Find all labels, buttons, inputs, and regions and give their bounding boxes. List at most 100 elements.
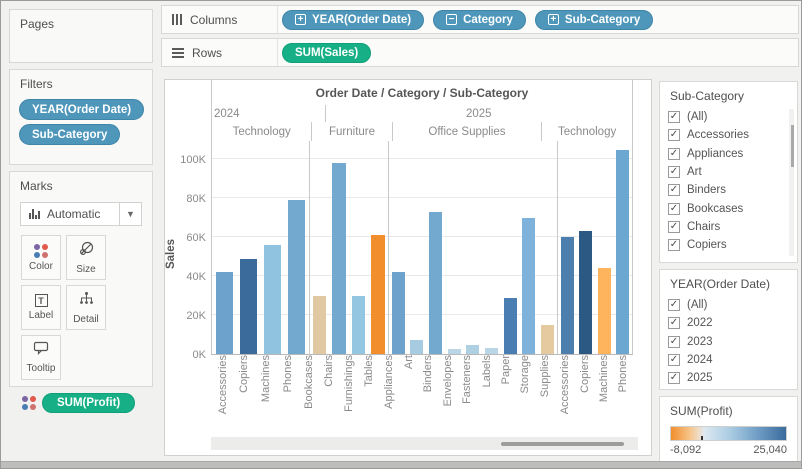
- bar-2025-supplies[interactable]: [541, 325, 554, 354]
- marks-buttons: Color Size T Label: [10, 226, 150, 380]
- x-label-slot: Machines: [594, 355, 613, 433]
- bar-2025-tables[interactable]: [371, 235, 385, 354]
- expand-icon[interactable]: +: [295, 14, 306, 25]
- chart-view[interactable]: Order Date / Category / Sub-Category 202…: [164, 79, 652, 456]
- bar-slot: [329, 141, 349, 354]
- x-label-accessories: Accessories: [559, 355, 571, 414]
- horizontal-scrollbar[interactable]: [211, 437, 638, 450]
- filter-item-2024[interactable]: ✓2024: [668, 351, 797, 369]
- pill-sub-category[interactable]: +Sub-Category: [535, 10, 653, 30]
- filter-item-binders[interactable]: ✓Binders: [668, 181, 797, 199]
- bar-2025-storage[interactable]: [522, 218, 535, 354]
- pill-sum-sales[interactable]: SUM(Sales): [282, 43, 371, 63]
- checkbox-chairs[interactable]: ✓: [668, 221, 680, 233]
- checkbox-binders[interactable]: ✓: [668, 184, 680, 196]
- filter-item-2023[interactable]: ✓2023: [668, 333, 797, 351]
- filter-item-label: Art: [687, 166, 702, 178]
- checkbox-2025[interactable]: ✓: [668, 372, 680, 384]
- filter-item-chairs[interactable]: ✓Chairs: [668, 218, 797, 236]
- filter-item-2022[interactable]: ✓2022: [668, 314, 797, 332]
- filter-item-art[interactable]: ✓ Art: [668, 163, 797, 181]
- columns-pill-list: +YEAR(Order Date) −Category +Sub-Category: [278, 10, 653, 30]
- rows-shelf[interactable]: Rows SUM(Sales): [161, 38, 799, 67]
- checkbox-bookcases[interactable]: ✓: [668, 203, 680, 215]
- bar-2024-copiers[interactable]: [240, 259, 257, 354]
- bar-2025-furnishings[interactable]: [352, 296, 366, 354]
- mark-type-dropdown[interactable]: Automatic ▼: [20, 202, 142, 226]
- bar-2024-phones[interactable]: [288, 200, 305, 354]
- bar-2025-phones[interactable]: [616, 150, 629, 354]
- horizontal-scrollbar-thumb[interactable]: [501, 442, 624, 446]
- profit-color-legend: SUM(Profit) -8,092 25,040: [659, 396, 798, 462]
- bar-2025-appliances[interactable]: [392, 272, 405, 354]
- filter-item-2025[interactable]: ✓2025: [668, 369, 797, 387]
- color-encoding-icon: [22, 396, 36, 410]
- bar-2025-machines[interactable]: [598, 268, 611, 354]
- pill-year-order-date[interactable]: YEAR(Order Date): [19, 99, 144, 120]
- checkbox-art[interactable]: ✓: [668, 166, 680, 178]
- filter-item-copiers[interactable]: ✓Copiers: [668, 236, 797, 254]
- checkbox-copiers[interactable]: ✓: [668, 239, 680, 251]
- vertical-scrollbar-thumb[interactable]: [791, 125, 794, 167]
- vertical-scrollbar[interactable]: [789, 109, 794, 256]
- x-label-pane: AccessoriesCopiersMachinesPhones: [555, 355, 634, 433]
- filter-item-label: (All): [687, 111, 707, 123]
- year-header-2025: 2025: [325, 105, 632, 122]
- subcategory-filter-title: Sub-Category: [660, 82, 797, 103]
- checkbox-2023[interactable]: ✓: [668, 336, 680, 348]
- checkbox-accessories[interactable]: ✓: [668, 129, 680, 141]
- bar-2025-bookcases[interactable]: [313, 296, 327, 354]
- bar-2025-art[interactable]: [410, 340, 423, 354]
- filters-shelf[interactable]: Filters YEAR(Order Date)Sub-Category: [9, 69, 153, 165]
- status-bar: [1, 461, 801, 468]
- label-button[interactable]: T Label: [21, 285, 61, 330]
- chevron-down-icon[interactable]: ▼: [119, 203, 141, 225]
- bar-2025-labels[interactable]: [485, 348, 498, 354]
- pill-category[interactable]: −Category: [433, 10, 526, 30]
- pages-shelf[interactable]: Pages: [9, 9, 153, 63]
- x-label-copiers: Copiers: [238, 355, 250, 393]
- checkbox-2022[interactable]: ✓: [668, 317, 680, 329]
- category-header-technology: Technology: [541, 122, 632, 141]
- bar-2025-accessories[interactable]: [561, 237, 574, 354]
- pill-sum-profit[interactable]: SUM(Profit): [42, 393, 135, 413]
- bar-2025-copiers[interactable]: [579, 231, 592, 354]
- checkbox-all[interactable]: ✓: [668, 299, 680, 311]
- x-label-storage: Storage: [519, 355, 531, 394]
- checkbox-2024[interactable]: ✓: [668, 354, 680, 366]
- bar-slot: [426, 141, 445, 354]
- filter-item-bookcases[interactable]: ✓Bookcases: [668, 199, 797, 217]
- filter-item-all[interactable]: ✓(All): [668, 296, 797, 314]
- x-label-slot: Copiers: [234, 355, 256, 433]
- collapse-icon[interactable]: −: [446, 14, 457, 25]
- pill-year-order-date[interactable]: +YEAR(Order Date): [282, 10, 424, 30]
- size-button[interactable]: Size: [66, 235, 106, 280]
- filter-item-appliances[interactable]: ✓Appliances: [668, 145, 797, 163]
- columns-shelf[interactable]: Columns +YEAR(Order Date) −Category +Sub-C…: [161, 5, 799, 34]
- color-button[interactable]: Color: [21, 235, 61, 280]
- filter-item-accessories[interactable]: ✓Accessories: [668, 126, 797, 144]
- pill-sub-category[interactable]: Sub-Category: [19, 124, 120, 145]
- profit-color-gradient[interactable]: [670, 426, 787, 441]
- bar-slot: [349, 141, 369, 354]
- pane-2025-office-supplies: [388, 141, 557, 354]
- bar-2024-machines[interactable]: [264, 245, 281, 354]
- bar-2025-paper[interactable]: [504, 298, 517, 354]
- bar-2025-fasteners[interactable]: [466, 345, 479, 354]
- detail-icon: [79, 291, 94, 311]
- bar-slot: [595, 141, 614, 354]
- bar-2025-envelopes[interactable]: [448, 349, 461, 354]
- expand-icon[interactable]: +: [548, 14, 559, 25]
- checkbox-appliances[interactable]: ✓: [668, 148, 680, 160]
- chart-panes: [211, 141, 633, 355]
- y-tick-60k: 60K: [186, 232, 206, 244]
- x-label-envelopes: Envelopes: [442, 355, 454, 406]
- filter-item-all[interactable]: ✓ (All): [668, 108, 797, 126]
- tooltip-button[interactable]: Tooltip: [21, 335, 61, 380]
- columns-shelf-header: Columns: [162, 6, 278, 33]
- bar-2025-binders[interactable]: [429, 212, 442, 354]
- checkbox-all[interactable]: ✓: [668, 111, 680, 123]
- bar-2025-chairs[interactable]: [332, 163, 346, 354]
- detail-button[interactable]: Detail: [66, 285, 106, 330]
- bar-2024-accessories[interactable]: [216, 272, 233, 354]
